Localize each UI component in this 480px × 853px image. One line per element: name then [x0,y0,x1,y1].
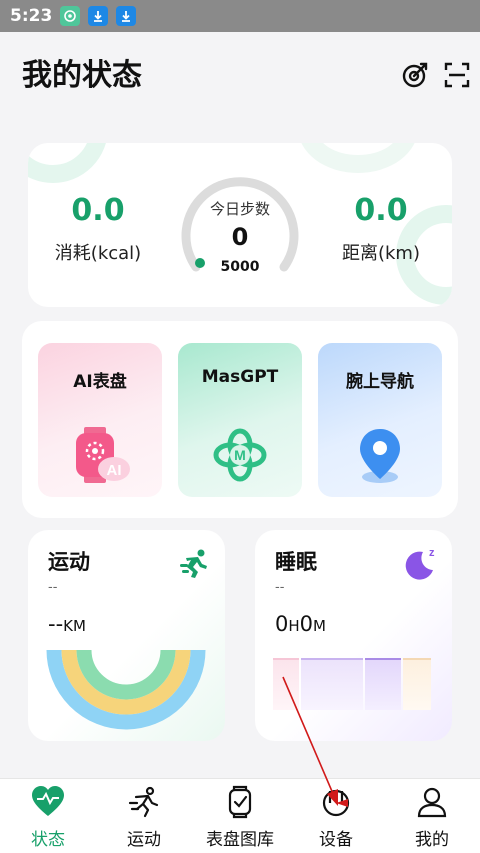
features-card: AI表盘 AI MasGPT M 腕上导航 [22,321,458,518]
sport-distance-value: -- [48,612,64,636]
sleep-minutes-value: 0 [299,612,314,636]
steps-title: 今日步数 [209,200,270,218]
target-button[interactable] [400,60,430,90]
running-icon [180,549,207,578]
sleep-title: 睡眠 [275,550,317,574]
sleep-hours-value: 0 [275,612,289,636]
ai-watch-icon: AI [76,427,130,483]
status-bar: 5:23 [0,0,480,32]
sport-dash: -- [48,580,58,595]
download-icon [88,6,109,26]
sport-rings [46,649,206,730]
tab-mine[interactable]: 我的 [384,779,480,853]
feature-label: MasGPT [201,367,279,387]
download-icon [116,6,137,26]
tab-sport[interactable]: 运动 [96,779,192,853]
gpt-knot-icon: M [213,428,267,482]
sleep-dash: -- [275,580,285,595]
target-icon [402,62,428,88]
sleep-minutes-unit: M [313,617,326,635]
steps-card[interactable]: 0.0 消耗(kcal) 今日步数 0 5000 0.0 距离(km) [28,143,452,307]
page-title: 我的状态 [22,58,142,93]
bottom-tab-bar: 状态 运动 表盘图库 设备 我的 [0,778,480,853]
tab-label: 运动 [127,830,161,850]
moon-icon: z [405,547,435,580]
watch-face-icon [228,785,252,819]
tab-device[interactable]: 设备 [288,779,384,853]
feature-label: 腕上导航 [346,372,414,392]
sport-card[interactable]: 运动 -- --KM [28,530,225,741]
scan-button[interactable] [442,60,472,90]
tab-status[interactable]: 状态 [0,779,96,853]
tab-label: 状态 [31,830,65,850]
steps-value: 0 [231,223,249,251]
sport-distance-unit: KM [63,617,86,635]
tab-label: 设备 [319,830,353,850]
tab-label: 表盘图库 [206,830,274,850]
location-pin-icon [360,429,400,483]
sport-distance: --KM [48,612,86,636]
calories-label: 消耗(kcal) [54,243,142,264]
distance-label: 距离(km) [341,243,420,264]
heart-icon [32,786,64,816]
svg-text:z: z [429,547,435,559]
sleep-stage-bar [301,658,363,710]
sleep-card[interactable]: 睡眠 z -- 0H0M [255,530,452,741]
tab-watch-faces[interactable]: 表盘图库 [192,779,288,853]
sleep-stage-bar [403,658,431,710]
svg-text:AI: AI [107,462,122,479]
calories-value: 0.0 [71,193,125,228]
steps-goal: 5000 [220,259,260,275]
sport-title: 运动 [48,550,90,574]
status-time: 5:23 [10,6,53,26]
decorative-circle [298,143,418,173]
tab-label: 我的 [415,830,449,850]
scan-icon [444,62,470,88]
svg-text:M: M [234,447,246,463]
running-icon [128,786,159,818]
sleep-stage-bar [273,658,299,710]
ai-watch-face-tile[interactable]: AI表盘 AI [38,343,162,497]
app-notification-icon [60,6,81,26]
device-icon [322,789,350,817]
user-icon [417,787,447,818]
decorative-circle [28,143,108,183]
feature-label: AI表盘 [73,372,127,392]
distance-value: 0.0 [354,193,408,228]
sleep-stage-bar [365,658,401,710]
masgpt-tile[interactable]: MasGPT M [178,343,302,497]
sleep-hours-unit: H [288,617,300,635]
wrist-navigation-tile[interactable]: 腕上导航 [318,343,442,497]
sleep-duration: 0H0M [275,612,326,636]
